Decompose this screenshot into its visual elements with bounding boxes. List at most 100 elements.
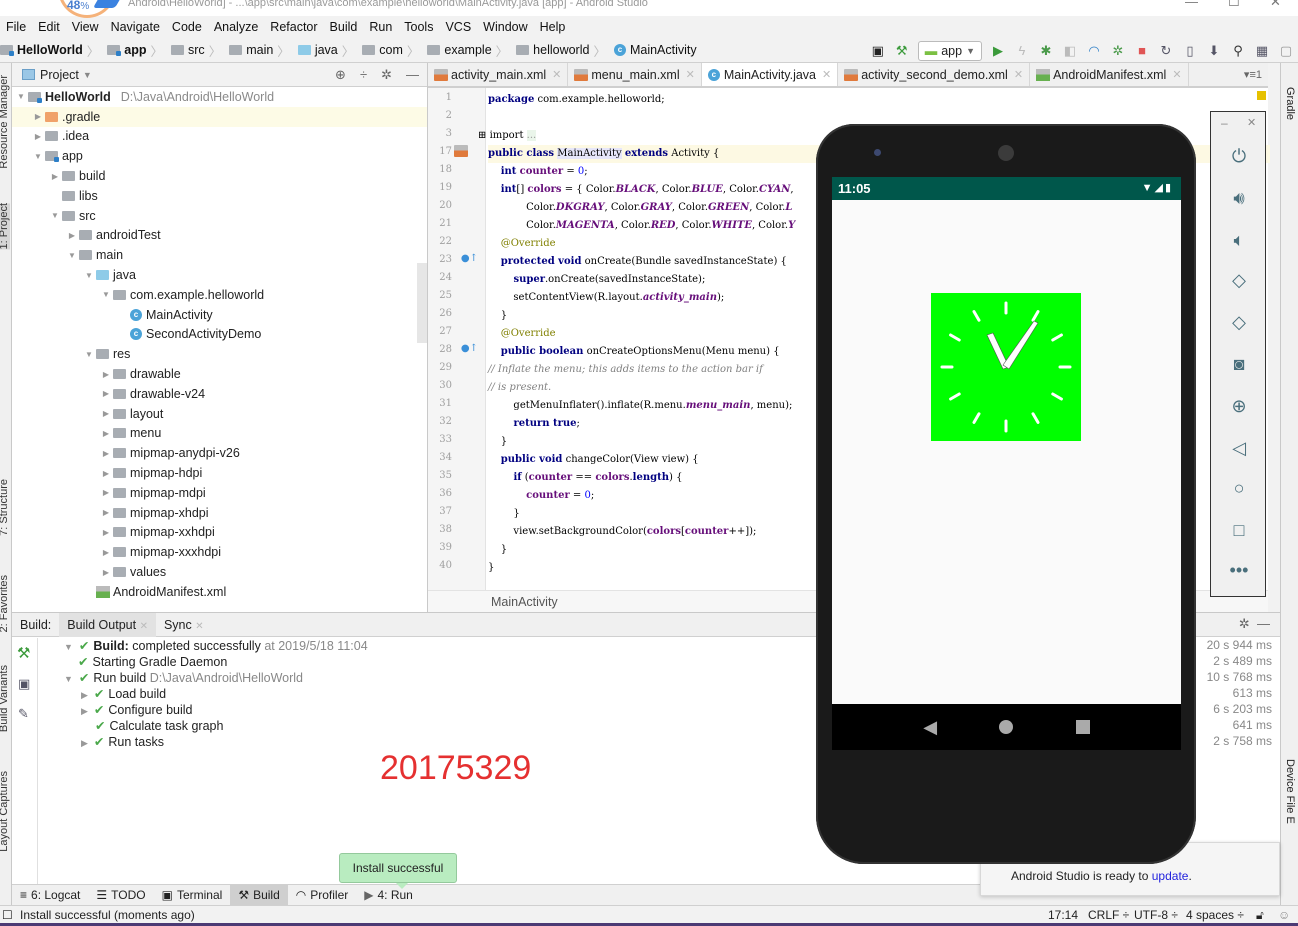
build-variants-tool-tab[interactable]: Build Variants [0,665,10,732]
emulator-close-button[interactable]: ✕ [1247,116,1256,129]
menu-analyze[interactable]: Analyze [208,20,264,34]
build-output-line[interactable]: ▼ ✔ Build: completed successfully at 2019/… [64,638,368,654]
tree-root[interactable]: ▼ HelloWorld D:\Java\Android\HelloWorld [12,87,427,107]
device-screen[interactable]: 11:05 ▼◢▮ ◀ [832,177,1181,750]
tree-item[interactable]: ▶ androidTest [12,226,427,246]
expand-arrow-icon[interactable]: ▶ [99,488,113,497]
back-icon[interactable]: ◁ [1211,438,1267,459]
tab-build-output[interactable]: Build Output ✕ [59,612,156,637]
run-icon[interactable]: ▶ [990,43,1006,59]
breadcrumb-item[interactable]: HelloWorld 〉 [0,41,107,60]
zoom-icon[interactable]: ⊕ [1211,396,1267,417]
breadcrumb-item[interactable]: example 〉 [427,41,516,60]
build-output-line[interactable]: ✔ Calculate task graph [95,718,223,734]
tree-item[interactable]: ▼ com.example.helloworld [12,285,427,305]
close-button[interactable]: ✕ [1270,0,1281,8]
tab-activity-second-demo-xml[interactable]: activity_second_demo.xml ✕ [838,63,1031,86]
breadcrumb-item[interactable]: src 〉 [171,41,229,60]
resource-manager-tab[interactable]: Resource Manager [0,75,10,169]
override-marker-icon[interactable]: ●↑ [454,343,478,354]
expand-arrow-icon[interactable]: ▶ [99,548,113,557]
stop-icon[interactable]: ■ [1134,43,1150,59]
pin-icon[interactable]: ✎ [18,706,29,722]
run-tool-button[interactable]: ▶ 4: Run [356,885,421,906]
screenshot-icon[interactable]: ◙ [1211,354,1267,375]
tree-item[interactable]: libs [12,186,427,206]
expand-arrow-icon[interactable]: ▶ [99,370,113,379]
layout-captures-tool-tab[interactable]: Layout Captures [0,771,10,852]
menu-refactor[interactable]: Refactor [264,20,323,34]
device-file-explorer-tab[interactable]: Device File E [1284,759,1296,824]
menu-view[interactable]: View [66,20,105,34]
breadcrumb-item[interactable]: java 〉 [297,41,362,60]
collapse-arrow-icon[interactable]: ▼ [82,271,96,280]
sdk-manager-icon[interactable]: ⬇ [1206,43,1222,59]
expand-arrow-icon[interactable]: ▶ [65,231,79,240]
back-button[interactable]: ◀ [923,717,937,738]
tree-item[interactable]: ▶ mipmap-hdpi [12,463,427,483]
emulator-minimize-button[interactable]: – [1221,116,1228,130]
close-tab-icon[interactable]: ✕ [552,68,561,81]
tab-menu-main-xml[interactable]: menu_main.xml ✕ [568,63,702,86]
tree-item[interactable]: ▶ mipmap-mdpi [12,483,427,503]
status-message[interactable]: Install successful (moments ago) [20,906,195,924]
menu-tools[interactable]: Tools [398,20,439,34]
expand-arrow-icon[interactable]: ▶ [31,112,45,121]
build-output-line[interactable]: ✔ Starting Gradle Daemon [78,654,227,670]
gear-icon[interactable]: ✲ [381,67,392,83]
maximize-button[interactable]: ☐ [1228,0,1240,8]
close-tab-icon[interactable]: ✕ [1014,68,1023,81]
tree-item[interactable]: ▼ java [12,265,427,285]
expand-arrow-icon[interactable]: ▶ [48,172,62,181]
analysis-status-icon[interactable] [1257,91,1266,100]
tab-android-manifest-xml[interactable]: AndroidManifest.xml ✕ [1030,63,1189,86]
debug-icon[interactable]: ✱ [1038,43,1054,59]
device-manager-icon[interactable]: ▣ [870,43,886,59]
menu-help[interactable]: Help [534,20,572,34]
inspector-icon[interactable]: ☺ [1278,906,1290,924]
overview-button[interactable] [1075,720,1090,734]
apply-changes-icon[interactable]: ϟ [1014,43,1030,59]
tree-item[interactable]: ▶ drawable [12,364,427,384]
volume-up-icon[interactable]: 🔊︎ [1211,188,1267,209]
collapse-arrow-icon[interactable]: ▼ [64,642,73,652]
profiler-tool-button[interactable]: ◠ Profiler [288,885,357,906]
tree-item[interactable]: ▼ main [12,245,427,265]
build-output-line[interactable]: ▶ ✔ Run tasks [81,734,164,750]
tab-overflow-button[interactable]: ▾≡1 [1244,68,1262,81]
caret-position[interactable]: 17:14 [1048,906,1078,924]
tree-item[interactable]: ▶ layout [12,404,427,424]
run-config-select[interactable]: ▬ app ▼ [917,40,982,61]
indent-setting[interactable]: 4 spaces ÷ [1186,906,1244,924]
toggle-view-icon[interactable]: ▣ [18,676,30,692]
lock-icon[interactable]: 🔓︎ [1256,906,1264,924]
expand-arrow-icon[interactable]: ▶ [99,389,113,398]
status-toggle-icon[interactable]: ☐ [2,906,13,924]
breadcrumb-item[interactable]: main 〉 [229,41,298,60]
power-icon[interactable]: ⏻ [1211,146,1267,167]
overview-icon[interactable]: □ [1211,520,1267,541]
project-tool-tab[interactable]: 1: Project [0,203,10,250]
collapse-arrow-icon[interactable]: ▼ [99,290,113,299]
menu-file[interactable]: File [0,20,32,34]
expand-arrow-icon[interactable]: ▶ [99,449,113,458]
collapse-arrow-icon[interactable]: ▼ [82,350,96,359]
menu-code[interactable]: Code [166,20,208,34]
expand-arrow-icon[interactable]: ▶ [99,568,113,577]
gear-icon[interactable]: ✲ [1239,616,1250,631]
tree-scrollbar[interactable] [417,263,427,343]
tree-item[interactable]: ▶ mipmap-anydpi-v26 [12,443,427,463]
tree-item[interactable]: ▶ mipmap-xhdpi [12,503,427,523]
profile-icon[interactable]: ◠ [1086,43,1102,59]
avd-manager-icon[interactable]: ▯ [1182,43,1198,59]
expand-arrow-icon[interactable]: ▶ [31,132,45,141]
attach-debugger-icon[interactable]: ◧ [1062,43,1078,59]
menu-navigate[interactable]: Navigate [105,20,166,34]
breadcrumb-item[interactable]: com 〉 [362,41,427,60]
todo-tool-button[interactable]: ☰ TODO [88,885,153,906]
expand-arrow-icon[interactable]: ▶ [99,528,113,537]
analog-clock-view[interactable] [931,293,1081,441]
build-output-line[interactable]: ▶ ✔ Load build [81,686,166,702]
expand-arrow-icon[interactable]: ▶ [99,469,113,478]
logcat-tool-button[interactable]: ≡ 6: Logcat [12,885,88,906]
